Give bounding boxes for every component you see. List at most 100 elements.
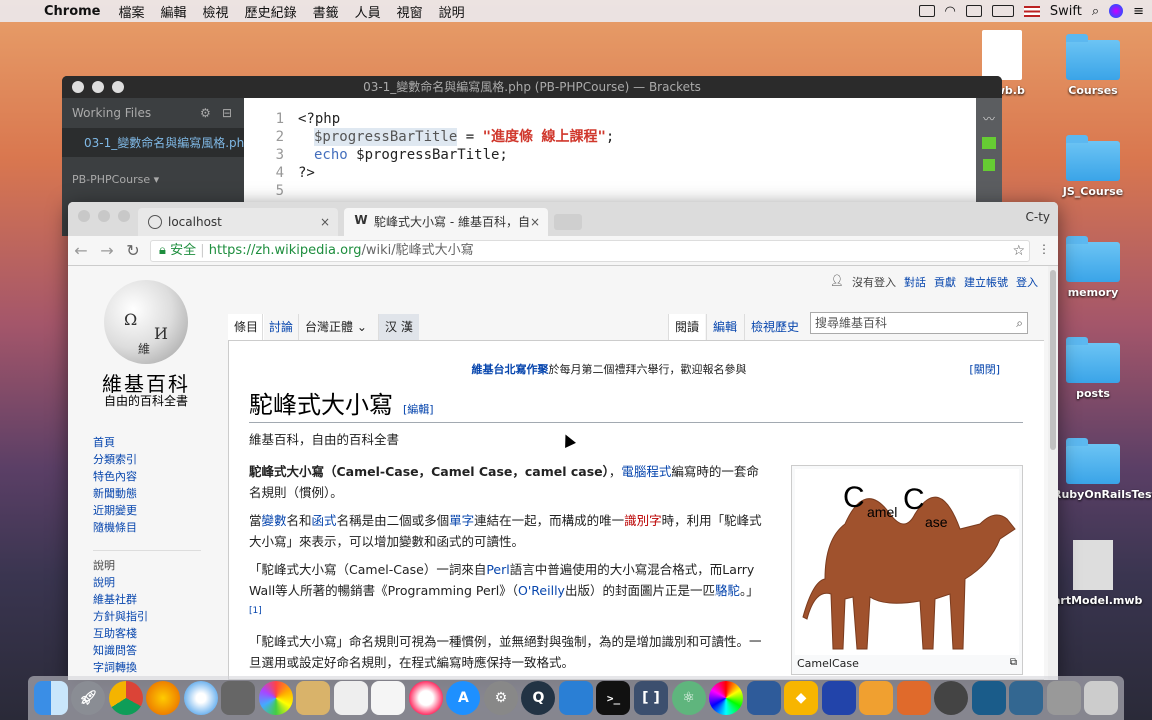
trash-icon[interactable] <box>1084 681 1119 715</box>
screenflow-icon[interactable] <box>821 681 856 715</box>
address-bar[interactable]: 🔒︎ 安全 | https://zh.wikipedia.org/wiki/駝峰… <box>150 240 1030 262</box>
itunes-icon[interactable]: ♪ <box>408 681 443 715</box>
link-identifier[interactable]: 識別字 <box>624 513 662 528</box>
safari-icon[interactable] <box>183 681 218 715</box>
link-perl[interactable]: Perl <box>486 562 509 577</box>
create-account-link[interactable]: 建立帳號 <box>964 274 1008 290</box>
close-tab-icon[interactable]: × <box>320 208 330 236</box>
nav-categories[interactable]: 分類索引 <box>93 451 201 468</box>
tools-icon[interactable] <box>896 681 931 715</box>
search-input[interactable]: 搜尋維基百科 ⌕ <box>810 312 1028 334</box>
virtualbox-icon[interactable] <box>746 681 781 715</box>
close-icon[interactable] <box>78 210 90 222</box>
back-icon[interactable]: ← <box>68 241 94 260</box>
minimize-icon[interactable] <box>98 210 110 222</box>
nav-random[interactable]: 隨機條目 <box>93 519 201 536</box>
camel-image[interactable]: C amel C ase <box>795 469 1019 655</box>
downloads-icon[interactable] <box>1046 681 1081 715</box>
atom-icon[interactable]: ⚛ <box>671 681 706 715</box>
launchpad-icon[interactable]: 🚀︎ <box>71 681 106 715</box>
link-function[interactable]: 函式 <box>312 513 337 528</box>
preview-icon[interactable] <box>296 681 331 715</box>
siri-icon[interactable] <box>1109 4 1124 18</box>
postgresql-icon[interactable] <box>1009 681 1044 715</box>
desktop-icon-memory[interactable]: memory <box>1053 236 1133 299</box>
help-link[interactable]: 說明 <box>93 574 201 591</box>
project-dropdown[interactable]: PB-PHPCourse ▾ <box>62 157 244 202</box>
menu-view[interactable]: 檢視 <box>195 2 237 21</box>
app-menu[interactable]: Chrome <box>40 4 111 19</box>
menu-edit[interactable]: 編輯 <box>153 2 195 21</box>
reload-icon[interactable]: ↻ <box>120 241 146 260</box>
contributions-link[interactable]: 貢獻 <box>934 274 956 290</box>
minimize-icon[interactable] <box>92 81 104 93</box>
variant-dropdown[interactable]: 台灣正體 ⌄ <box>298 314 373 340</box>
terminal-icon[interactable]: >_ <box>596 681 631 715</box>
close-tab-icon[interactable]: × <box>530 208 540 236</box>
close-icon[interactable] <box>72 81 84 93</box>
nav-main-page[interactable]: 首頁 <box>93 434 201 451</box>
link-variable[interactable]: 變數 <box>262 513 287 528</box>
notice-link[interactable]: 維基台北寫作聚 <box>472 363 549 376</box>
extension-icon[interactable] <box>982 137 996 149</box>
link-oreilly[interactable]: O'Reilly <box>518 583 565 598</box>
airplay-icon[interactable] <box>965 5 982 17</box>
working-file-item[interactable]: 03-1_變數命名與編寫風格.php <box>62 128 244 157</box>
tab-localhost[interactable]: localhost × <box>138 208 338 236</box>
desktop-icon-posts[interactable]: posts <box>1053 337 1133 400</box>
notes-icon[interactable] <box>371 681 406 715</box>
tab-history[interactable]: 檢視歷史 <box>744 314 805 340</box>
talk-link[interactable]: 對話 <box>904 274 926 290</box>
village-pump-link[interactable]: 互助客棧 <box>93 625 201 642</box>
appstore-icon[interactable]: A <box>446 681 481 715</box>
xcode-icon[interactable] <box>558 681 593 715</box>
split-icon[interactable]: ⊟ <box>222 106 232 120</box>
han-toggle[interactable]: 汉 漢 <box>378 314 419 340</box>
notification-icon[interactable]: ≡ <box>1133 4 1144 19</box>
qa-link[interactable]: 知識問答 <box>93 642 201 659</box>
search-icon[interactable]: ⌕ <box>1016 313 1023 333</box>
page-scrollbar[interactable] <box>1048 266 1058 680</box>
quicktime-icon[interactable]: Q <box>521 681 556 715</box>
policy-link[interactable]: 方針與指引 <box>93 608 201 625</box>
forward-icon[interactable]: → <box>94 241 120 260</box>
link-word[interactable]: 單字 <box>449 513 474 528</box>
photos-icon[interactable] <box>258 681 293 715</box>
tab-read[interactable]: 閱讀 <box>668 314 706 340</box>
desktop-icon-courses[interactable]: Courses <box>1053 34 1133 97</box>
finder-icon[interactable] <box>33 681 68 715</box>
gift-icon[interactable] <box>983 159 995 171</box>
edit-section-link[interactable]: [編輯] <box>403 403 434 416</box>
link-computer-program[interactable]: 電腦程式 <box>621 464 671 479</box>
zoom-icon[interactable] <box>118 210 130 222</box>
menu-history[interactable]: 歷史紀錄 <box>237 2 305 21</box>
gear-icon[interactable]: ⚙ <box>200 106 211 120</box>
firefox-icon[interactable] <box>146 681 181 715</box>
chrome-icon[interactable] <box>108 681 143 715</box>
bookmark-star-icon[interactable]: ☆ <box>1012 241 1025 261</box>
calculator-icon[interactable] <box>221 681 256 715</box>
enlarge-icon[interactable]: ⧉ <box>1010 657 1017 668</box>
brackets-icon[interactable]: [ ] <box>634 681 668 715</box>
tab-edit[interactable]: 編輯 <box>706 314 743 340</box>
tab-article[interactable]: 條目 <box>228 314 265 340</box>
desktop-icon-artmodel[interactable]: artModel.mwb <box>1053 540 1142 607</box>
reference-link[interactable]: [1] <box>249 606 262 616</box>
mysql-workbench-icon[interactable] <box>971 681 1006 715</box>
notice-close[interactable]: [關閉] <box>969 361 1000 377</box>
nav-featured[interactable]: 特色內容 <box>93 468 201 485</box>
input-source[interactable]: Swift <box>1050 4 1082 19</box>
textedit-icon[interactable] <box>333 681 368 715</box>
login-link[interactable]: 登入 <box>1016 274 1038 290</box>
sketch-icon[interactable]: ◆ <box>784 681 819 715</box>
brackets-titlebar[interactable]: 03-1_變數命名與編寫風格.php (PB-PHPCourse) — Brac… <box>62 76 1002 98</box>
wifi-icon[interactable]: ◠ <box>945 4 956 19</box>
desktop-icon-rubyonrails[interactable]: RubyOnRailsTest <box>1053 438 1152 501</box>
menu-bookmarks[interactable]: 書籤 <box>305 2 347 21</box>
menu-window[interactable]: 視窗 <box>389 2 431 21</box>
desktop-icon-js-course[interactable]: JS_Course <box>1053 135 1133 198</box>
menu-people[interactable]: 人員 <box>347 2 389 21</box>
menu-help[interactable]: 說明 <box>431 2 473 21</box>
nav-recent[interactable]: 近期變更 <box>93 502 201 519</box>
github-icon[interactable] <box>934 681 969 715</box>
